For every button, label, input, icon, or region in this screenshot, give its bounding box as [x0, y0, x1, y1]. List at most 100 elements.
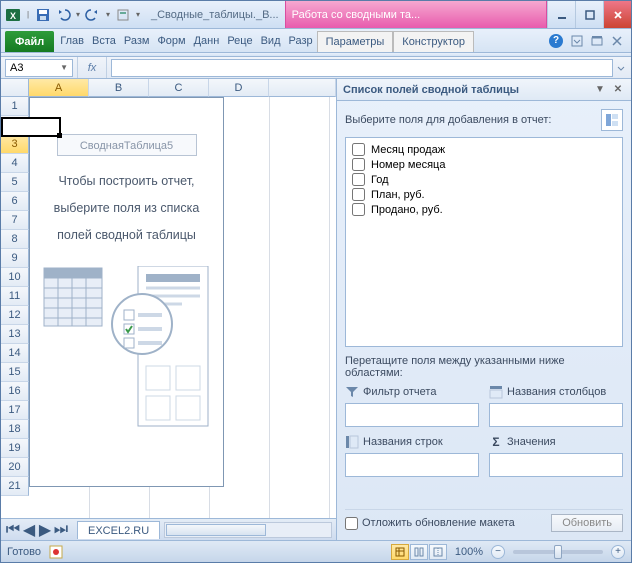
excel-icon[interactable]: X [5, 7, 21, 23]
zoom-slider[interactable] [513, 550, 603, 554]
sheet-nav-first-icon[interactable]: ⏮ [5, 522, 21, 538]
tab-view[interactable]: Вид [257, 29, 285, 52]
area-vals-box[interactable] [489, 453, 623, 477]
sheet-tab[interactable]: EXCEL2.RU [77, 521, 160, 539]
formula-bar-expand-icon[interactable] [613, 62, 629, 74]
row-header[interactable]: 19 [1, 439, 29, 458]
zoom-level[interactable]: 100% [455, 546, 483, 558]
workbook-close-icon[interactable] [611, 35, 623, 47]
layout-options-button[interactable] [601, 109, 623, 131]
workbook-window-icon[interactable] [591, 35, 603, 47]
col-header-C[interactable]: C [149, 79, 209, 97]
field-checkbox[interactable] [352, 173, 365, 186]
sheet-tab-bar: ⏮ ◀ ▶ ⏭ EXCEL2.RU [1, 518, 336, 540]
select-all-corner[interactable] [1, 79, 29, 97]
grid[interactable]: A B C D 1 2 3 4 5 6 7 8 9 10 11 [1, 79, 336, 518]
defer-checkbox[interactable] [345, 517, 358, 530]
redo-icon[interactable] [85, 7, 101, 23]
close-button[interactable] [603, 1, 631, 28]
save-icon[interactable] [35, 7, 51, 23]
area-filter-head: Фильтр отчета [345, 385, 479, 399]
ribbon-min-icon[interactable] [571, 35, 583, 47]
tab-file[interactable]: Файл [5, 31, 54, 52]
row-header[interactable]: 17 [1, 401, 29, 420]
tab-data[interactable]: Данн [190, 29, 224, 52]
rows-icon [345, 435, 359, 449]
tab-developer[interactable]: Разр [285, 29, 317, 52]
zoom-thumb[interactable] [554, 545, 562, 559]
tab-layout[interactable]: Разм [120, 29, 154, 52]
tab-review[interactable]: Реце [223, 29, 256, 52]
row-header[interactable]: 4 [1, 154, 29, 173]
field-checkbox[interactable] [352, 143, 365, 156]
row-header[interactable]: 8 [1, 230, 29, 249]
qat-more[interactable]: ▾ [135, 10, 141, 19]
horizontal-scrollbar[interactable] [164, 522, 332, 538]
name-box-value: A3 [10, 62, 23, 74]
row-header[interactable]: 5 [1, 173, 29, 192]
minimize-button[interactable] [547, 1, 575, 28]
qat-dd2[interactable]: ▾ [105, 10, 111, 19]
row-header[interactable]: 12 [1, 306, 29, 325]
pivot-hint-line: выберите поля из списка [30, 195, 223, 222]
col-header-D[interactable]: D [209, 79, 269, 97]
field-checkbox[interactable] [352, 158, 365, 171]
hscroll-thumb[interactable] [166, 524, 266, 536]
row-header[interactable]: 20 [1, 458, 29, 477]
defer-update-checkbox[interactable]: Отложить обновление макета [345, 517, 515, 530]
view-page-break-button[interactable] [429, 544, 447, 560]
qat-custom-icon[interactable] [115, 7, 131, 23]
row-header[interactable]: 9 [1, 249, 29, 268]
row-header[interactable]: 16 [1, 382, 29, 401]
area-rows-box[interactable] [345, 453, 479, 477]
area-filter-box[interactable] [345, 403, 479, 427]
macro-record-icon[interactable] [49, 545, 63, 559]
row-header[interactable]: 6 [1, 192, 29, 211]
zoom-in-button[interactable]: + [611, 545, 625, 559]
row-header[interactable]: 3 [1, 135, 29, 154]
view-page-layout-button[interactable] [410, 544, 428, 560]
col-header-next[interactable] [269, 79, 336, 97]
sheet-nav-last-icon[interactable]: ⏭ [53, 522, 69, 538]
tab-home[interactable]: Глав [56, 29, 88, 52]
field-label: Месяц продаж [371, 144, 445, 156]
pane-close-icon[interactable]: ✕ [611, 83, 625, 97]
tab-options[interactable]: Параметры [317, 31, 394, 52]
tab-formulas[interactable]: Форм [153, 29, 189, 52]
update-button[interactable]: Обновить [551, 514, 623, 532]
row-header[interactable]: 21 [1, 477, 29, 496]
row-header[interactable]: 15 [1, 363, 29, 382]
help-icon[interactable]: ? [549, 34, 563, 48]
sheet-nav-prev-icon[interactable]: ◀ [21, 522, 37, 538]
name-box[interactable]: A3 ▼ [5, 59, 73, 77]
col-header-B[interactable]: B [89, 79, 149, 97]
row-header[interactable]: 14 [1, 344, 29, 363]
row-header[interactable]: 10 [1, 268, 29, 287]
tab-insert[interactable]: Вста [88, 29, 120, 52]
zoom-out-button[interactable]: − [491, 545, 505, 559]
name-box-dropdown-icon[interactable]: ▼ [60, 63, 68, 72]
row-header[interactable]: 18 [1, 420, 29, 439]
view-normal-button[interactable] [391, 544, 409, 560]
sheet-nav-next-icon[interactable]: ▶ [37, 522, 53, 538]
fx-icon[interactable]: fx [77, 57, 107, 78]
fields-list[interactable]: Месяц продаж Номер месяца Год План, руб.… [345, 137, 623, 347]
field-checkbox[interactable] [352, 203, 365, 216]
active-cell[interactable] [1, 117, 61, 137]
pivot-placeholder[interactable]: СводнаяТаблица5 Чтобы построить отчет, в… [29, 97, 224, 487]
col-header-A[interactable]: A [29, 79, 89, 97]
row-header[interactable]: 1 [1, 97, 29, 116]
formula-input[interactable] [111, 59, 613, 77]
row-header[interactable]: 13 [1, 325, 29, 344]
undo-icon[interactable] [55, 7, 71, 23]
area-cols-head: Названия столбцов [489, 385, 623, 399]
row-header[interactable]: 11 [1, 287, 29, 306]
field-checkbox[interactable] [352, 188, 365, 201]
tab-design[interactable]: Конструктор [393, 31, 474, 52]
maximize-button[interactable] [575, 1, 603, 28]
qat-dd[interactable]: ▾ [75, 10, 81, 19]
area-cols-box[interactable] [489, 403, 623, 427]
pane-menu-icon[interactable]: ▼ [593, 83, 607, 97]
field-item: Продано, руб. [350, 202, 618, 217]
row-header[interactable]: 7 [1, 211, 29, 230]
